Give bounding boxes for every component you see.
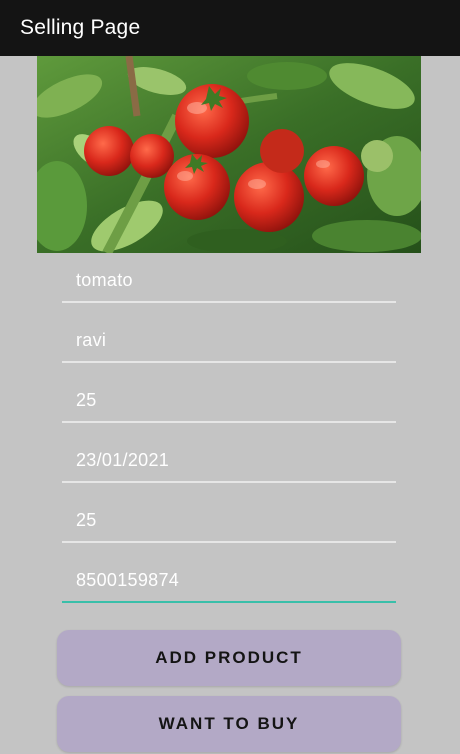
phone-field[interactable]: 8500159874 bbox=[62, 559, 396, 603]
quantity-field[interactable]: 25 bbox=[62, 379, 396, 423]
price-field[interactable]: 25 bbox=[62, 499, 396, 543]
want-to-buy-button[interactable]: WANT TO BUY bbox=[57, 696, 401, 752]
add-product-button[interactable]: ADD PRODUCT bbox=[57, 630, 401, 686]
product-image bbox=[37, 56, 421, 253]
app-bar: Selling Page bbox=[0, 0, 460, 56]
product-name-field[interactable]: tomato bbox=[62, 259, 396, 303]
seller-name-field[interactable]: ravi bbox=[62, 319, 396, 363]
tomato-plant-photo-icon bbox=[37, 56, 421, 253]
date-field[interactable]: 23/01/2021 bbox=[62, 439, 396, 483]
page-title: Selling Page bbox=[20, 16, 141, 39]
